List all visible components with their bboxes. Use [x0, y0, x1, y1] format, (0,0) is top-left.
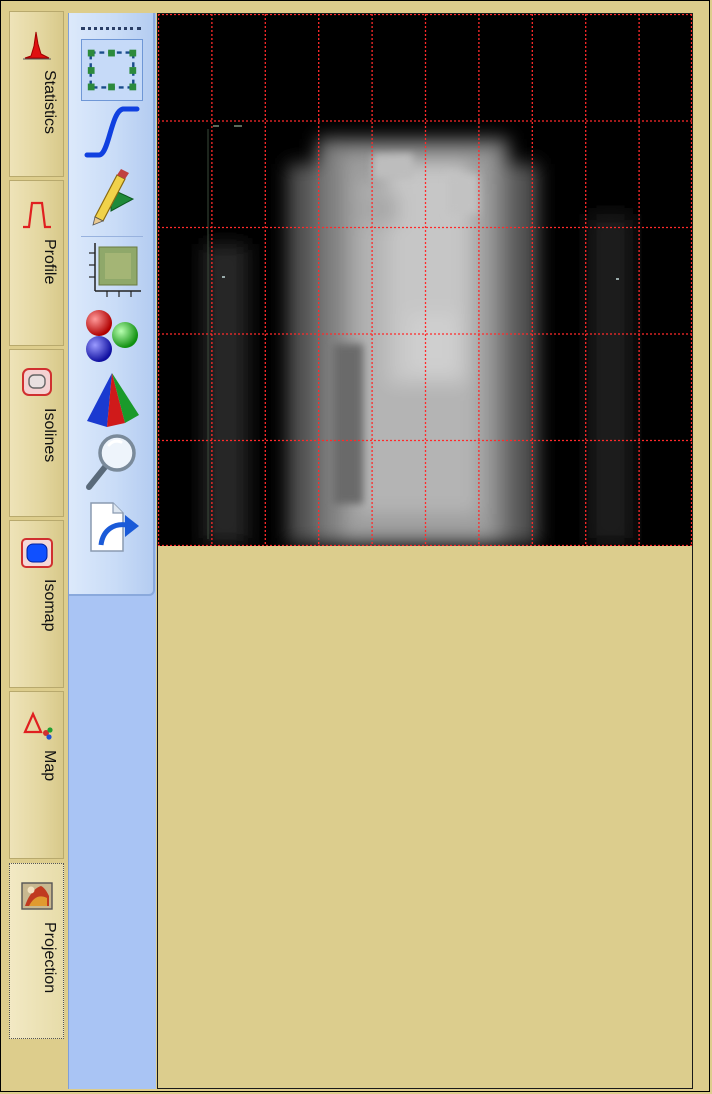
tab-label: Map: [41, 750, 58, 782]
tab-label: Isolines: [41, 408, 58, 463]
projection-icon: [21, 882, 53, 910]
toolbar-grip[interactable]: [81, 27, 141, 30]
selection-rectangle-icon: [87, 49, 137, 91]
canvas-area[interactable]: [157, 13, 693, 1089]
tab-map[interactable]: Map: [9, 691, 64, 859]
tab-profile[interactable]: Profile: [9, 180, 64, 346]
map-icon: [23, 711, 53, 740]
projection-image: [158, 14, 692, 546]
zoom-magnifier-icon: [86, 434, 136, 490]
tool-pencil-draw[interactable]: [81, 165, 143, 227]
toolbar: [69, 13, 155, 596]
tool-axis-scale[interactable]: [81, 241, 143, 303]
pencil-draw-icon: [92, 169, 135, 226]
tool-color-spheres[interactable]: [81, 305, 143, 367]
tab-isolines[interactable]: Isolines: [9, 349, 64, 517]
isolines-icon: [22, 368, 52, 396]
axis-scale-icon: [89, 243, 141, 297]
tab-isomap[interactable]: Isomap: [9, 520, 64, 688]
tab-label: Isomap: [41, 579, 58, 632]
projection-image-view[interactable]: [158, 14, 692, 546]
curve-icon: [84, 106, 140, 158]
tool-zoom[interactable]: [81, 431, 143, 493]
tab-label: Projection: [41, 922, 58, 994]
isomap-icon: [21, 538, 53, 568]
cone-3d-icon: [87, 373, 139, 427]
tool-cone-3d[interactable]: [81, 369, 143, 431]
toolbar-separator: [81, 236, 143, 237]
tab-projection[interactable]: Projection: [9, 863, 64, 1039]
tool-selection-rectangle[interactable]: [81, 39, 143, 101]
export-icon: [90, 502, 139, 552]
statistics-icon: [23, 31, 51, 60]
tab-statistics[interactable]: Statistics: [9, 11, 64, 177]
window-frame: Statistics Profile Isolines Isomap Map P…: [0, 0, 710, 1092]
profile-icon: [23, 201, 51, 229]
color-spheres-icon: [86, 310, 138, 362]
tool-export[interactable]: [81, 495, 143, 557]
tool-curve[interactable]: [81, 101, 143, 163]
tab-label: Profile: [41, 239, 58, 285]
tab-label: Statistics: [41, 70, 58, 135]
